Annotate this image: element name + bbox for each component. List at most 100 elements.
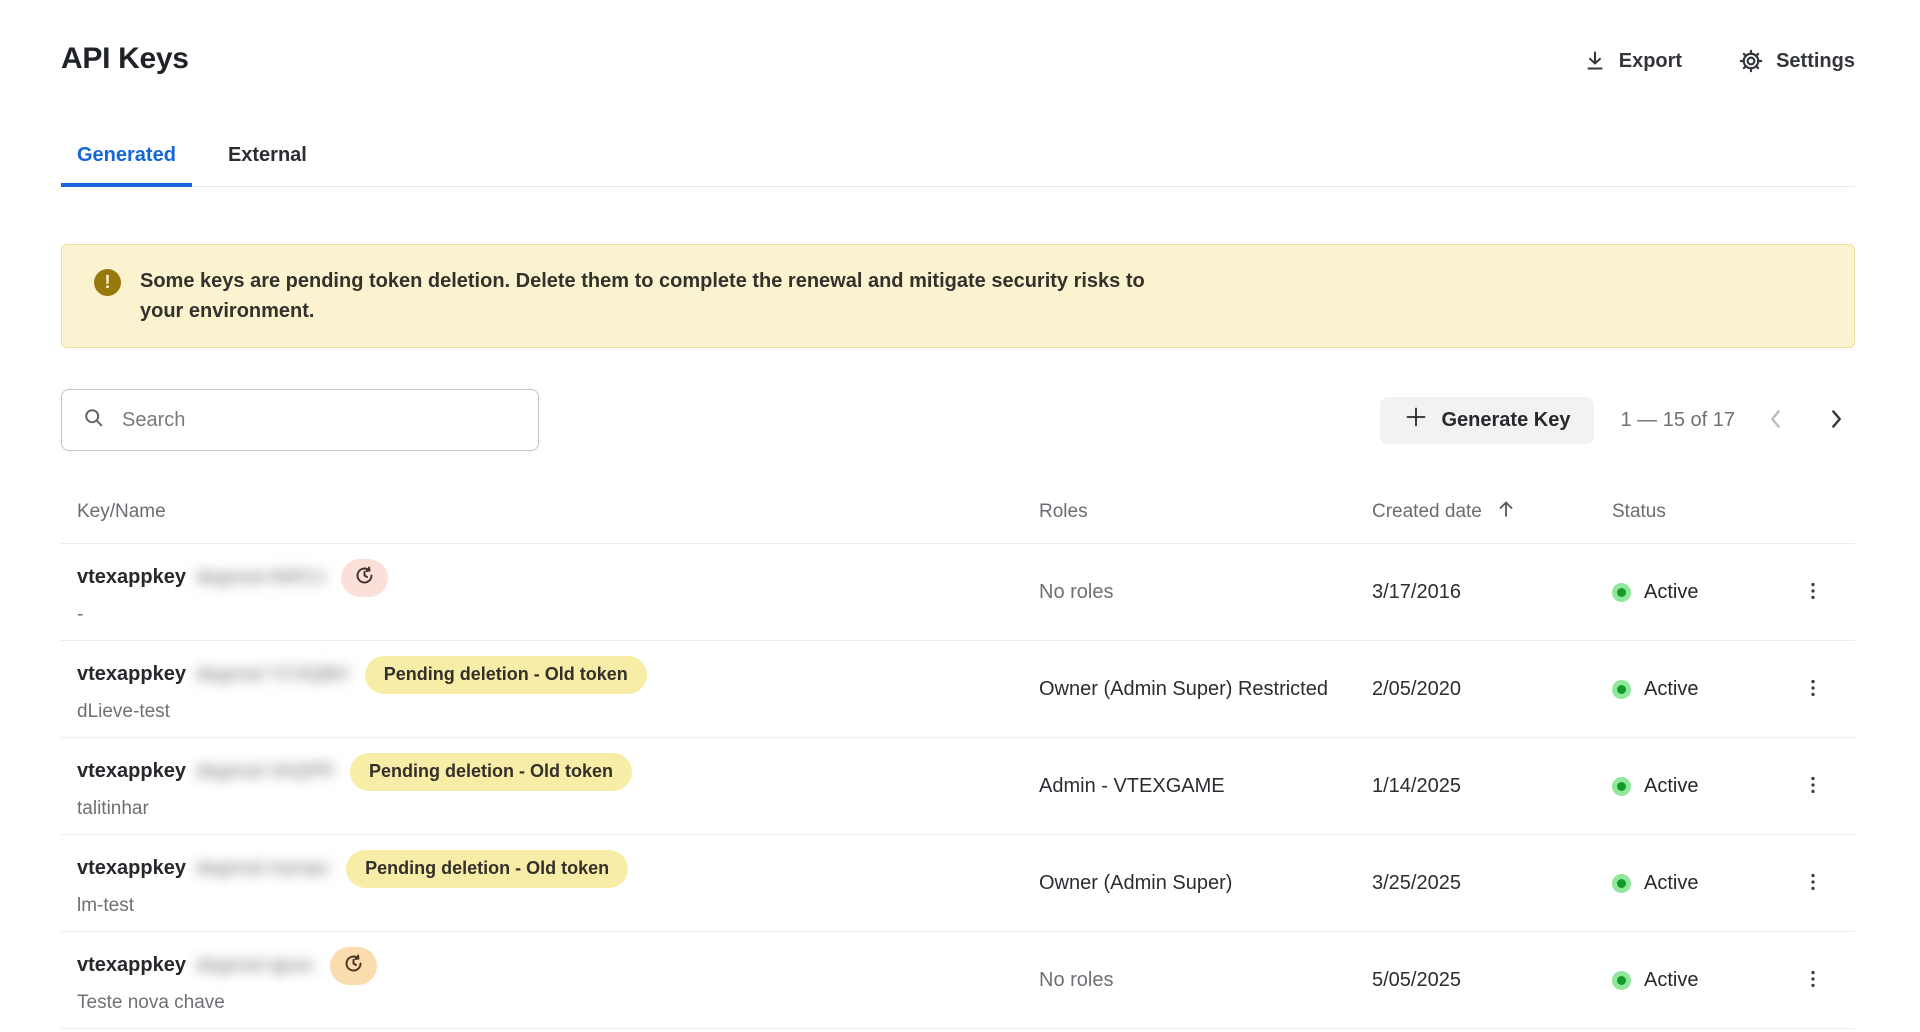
history-icon [354, 565, 375, 591]
created-date-cell: 5/05/2025 [1372, 969, 1612, 992]
status-label: Active [1644, 581, 1698, 604]
search-box[interactable] [61, 389, 539, 451]
export-button[interactable]: Export [1583, 49, 1682, 73]
kebab-icon [1802, 968, 1824, 993]
key-name: lm-test [77, 895, 1039, 917]
table-row: vtexappkey degmsd mympc Pending deletion… [61, 835, 1855, 932]
key-prefix: vtexappkey [77, 663, 186, 686]
key-prefix: vtexappkey [77, 857, 186, 880]
redacted-key: degmsd AWCU [196, 567, 325, 589]
status-cell: Active [1612, 678, 1770, 701]
key-cell: vtexappkey degmsd mympc Pending deletion… [61, 850, 1039, 917]
key-name: talitinhar [77, 798, 1039, 820]
redacted-key: degmsd VAQPR [196, 761, 334, 783]
key-cell: vtexappkey degmsd AWCU - [61, 559, 1039, 626]
column-header-status: Status [1612, 501, 1770, 523]
warning-banner: ! Some keys are pending token deletion. … [61, 244, 1855, 348]
key-prefix: vtexappkey [77, 954, 186, 977]
created-date-cell: 3/17/2016 [1372, 581, 1612, 604]
pending-deletion-badge: Pending deletion - Old token [346, 850, 628, 888]
status-cell: Active [1612, 581, 1770, 604]
status-label: Active [1644, 678, 1698, 701]
roles-cell: Owner (Admin Super) Restricted [1039, 678, 1372, 701]
warning-text: Some keys are pending token deletion. De… [140, 266, 1155, 326]
page-title: API Keys [61, 38, 189, 80]
tab-external[interactable]: External [212, 142, 323, 187]
active-status-dot [1612, 777, 1631, 796]
key-cell: vtexappkey degmsd VAQPR Pending deletion… [61, 753, 1039, 820]
active-status-dot [1612, 874, 1631, 893]
redacted-key: degmsd qjuoc [196, 955, 314, 977]
kebab-icon [1802, 677, 1824, 702]
export-label: Export [1619, 50, 1682, 73]
row-menu-button[interactable] [1794, 572, 1832, 613]
toolbar-right: Generate Key 1 — 15 of 17 [1380, 397, 1856, 444]
warning-icon: ! [94, 269, 121, 296]
table-row: vtexappkey degmsd AWCU - No rol [61, 544, 1855, 641]
redacted-key: degmsd mympc [196, 858, 330, 880]
table-row: vtexappkey degmsd YCSQBH Pending deletio… [61, 641, 1855, 738]
history-icon [343, 953, 364, 979]
api-keys-page: API Keys Export Settings [0, 0, 1920, 1029]
active-status-dot [1612, 971, 1631, 990]
key-prefix: vtexappkey [77, 566, 186, 589]
top-actions: Export Settings [1583, 48, 1855, 74]
settings-button[interactable]: Settings [1738, 48, 1855, 74]
download-icon [1583, 49, 1607, 73]
row-menu-button[interactable] [1794, 863, 1832, 904]
roles-cell: Owner (Admin Super) [1039, 872, 1372, 895]
generate-key-label: Generate Key [1442, 409, 1571, 432]
sort-ascending-arrow-icon [1494, 497, 1518, 527]
status-cell: Active [1612, 969, 1770, 992]
table-row: vtexappkey degmsd VAQPR Pending deletion… [61, 738, 1855, 835]
roles-cell: No roles [1039, 581, 1372, 604]
status-label: Active [1644, 872, 1698, 895]
active-status-dot [1612, 583, 1631, 602]
kebab-icon [1802, 774, 1824, 799]
row-menu-button[interactable] [1794, 669, 1832, 710]
pagination-label: 1 — 15 of 17 [1620, 409, 1735, 432]
column-header-roles: Roles [1039, 501, 1372, 523]
key-cell: vtexappkey degmsd qjuoc Teste nova chave [61, 947, 1039, 1014]
created-date-cell: 3/25/2025 [1372, 872, 1612, 895]
api-keys-table: Key/Name Roles Created date Status [61, 485, 1855, 1029]
chevron-left-icon [1763, 406, 1789, 435]
toolbar: Generate Key 1 — 15 of 17 [61, 389, 1855, 451]
kebab-icon [1802, 580, 1824, 605]
key-name: dLieve-test [77, 701, 1039, 723]
tab-generated[interactable]: Generated [61, 142, 192, 187]
top-bar: API Keys Export Settings [61, 38, 1855, 80]
roles-cell: Admin - VTEXGAME [1039, 775, 1372, 798]
created-date-sort-button[interactable]: Created date [1372, 497, 1518, 527]
status-label: Active [1644, 775, 1698, 798]
status-label: Active [1644, 969, 1698, 992]
table-header: Key/Name Roles Created date Status [61, 485, 1855, 544]
key-cell: vtexappkey degmsd YCSQBH Pending deletio… [61, 656, 1039, 723]
pending-deletion-badge: Pending deletion - Old token [365, 656, 647, 694]
search-icon [82, 406, 106, 435]
column-header-created-date: Created date [1372, 497, 1612, 527]
key-name: Teste nova chave [77, 992, 1039, 1014]
key-prefix: vtexappkey [77, 760, 186, 783]
status-cell: Active [1612, 872, 1770, 895]
tab-bar: Generated External [61, 142, 1855, 187]
next-page-button[interactable] [1817, 400, 1855, 441]
pending-token-badge [341, 559, 388, 597]
column-header-key-name: Key/Name [61, 501, 1039, 523]
pending-token-badge [330, 947, 377, 985]
prev-page-button[interactable] [1757, 400, 1795, 441]
plus-icon [1404, 405, 1428, 435]
table-row: vtexappkey degmsd qjuoc Teste nova chave [61, 932, 1855, 1029]
redacted-key: degmsd YCSQBH [196, 664, 349, 686]
status-cell: Active [1612, 775, 1770, 798]
gear-icon [1738, 48, 1764, 74]
settings-label: Settings [1776, 50, 1855, 73]
row-menu-button[interactable] [1794, 960, 1832, 1001]
created-date-header-label: Created date [1372, 501, 1482, 523]
key-name: - [77, 604, 1039, 626]
search-input[interactable] [122, 409, 520, 432]
pending-deletion-badge: Pending deletion - Old token [350, 753, 632, 791]
generate-key-button[interactable]: Generate Key [1380, 397, 1595, 444]
roles-cell: No roles [1039, 969, 1372, 992]
row-menu-button[interactable] [1794, 766, 1832, 807]
